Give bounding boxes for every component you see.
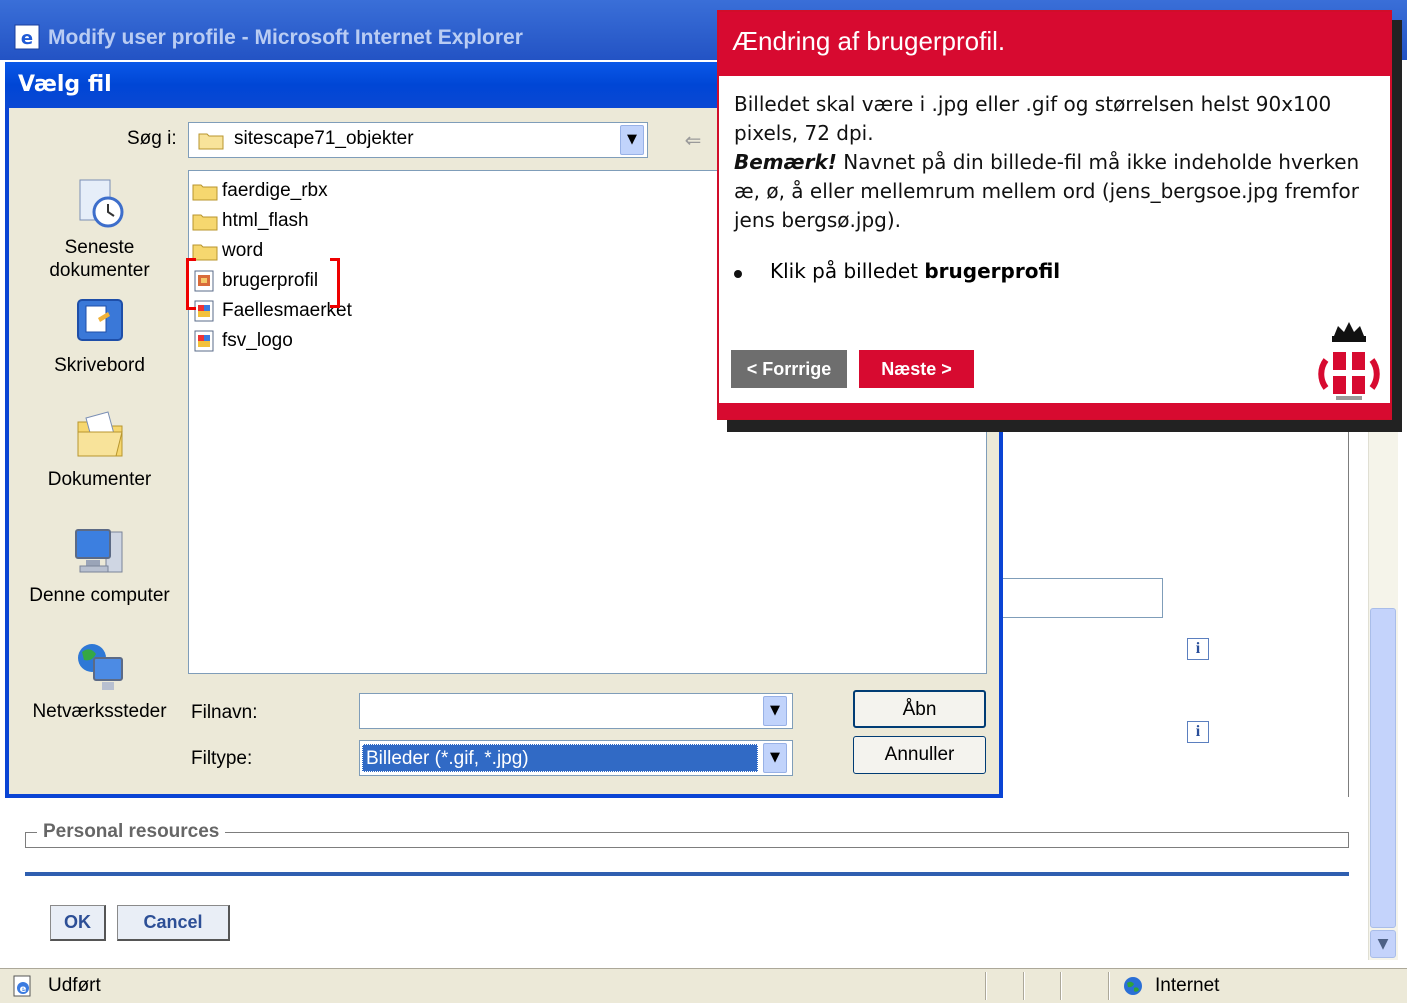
globe-icon [1124, 977, 1142, 995]
folder-icon [198, 133, 224, 150]
svg-text:e: e [21, 28, 33, 49]
chevron-down-icon[interactable]: ▼ [763, 743, 787, 773]
my-computer-icon [74, 529, 122, 573]
filename-input[interactable] [359, 693, 793, 729]
ok-button[interactable]: OK [50, 905, 106, 941]
image-file-icon [194, 330, 214, 352]
bullet-icon [734, 270, 742, 278]
svg-text:e: e [20, 984, 27, 995]
place-my-computer[interactable]: Denne computer [17, 524, 182, 607]
dialog-title: Vælg fil [18, 72, 112, 97]
network-places-icon [77, 644, 123, 690]
tutorial-body: Billedet skal være i .jpg eller .gif og … [734, 90, 1374, 235]
status-text: Udført [48, 975, 101, 996]
chevron-down-icon[interactable]: ▼ [620, 125, 644, 155]
info-icon[interactable]: i [1187, 638, 1209, 660]
look-in-label: Søg i: [127, 128, 177, 149]
tutorial-step: Klik på billedet brugerprofil [770, 259, 1060, 283]
status-separator [1108, 972, 1110, 1000]
open-button[interactable]: Åbn [853, 690, 986, 728]
scrollbar-thumb[interactable] [1370, 608, 1396, 928]
place-label: Netværkssteder [32, 701, 167, 722]
list-item[interactable]: fsv_logo [192, 328, 293, 354]
info-icon[interactable]: i [1187, 721, 1209, 743]
folder-icon [192, 184, 218, 201]
desktop-icon [76, 299, 123, 341]
tutorial-title: Ændring af brugerprofil. [732, 26, 1006, 56]
back-arrow-icon[interactable]: ⇐ [678, 128, 708, 154]
step-text: Klik på billedet [770, 259, 925, 283]
status-separator [1023, 972, 1025, 1000]
list-item[interactable]: Faellesmaerket [192, 298, 352, 324]
divider [25, 872, 1349, 876]
security-zone-text: Internet [1155, 975, 1220, 996]
place-network[interactable]: Netværkssteder [17, 640, 182, 723]
note-label: Bemærk! [734, 150, 837, 174]
look-in-value: sitescape71_objekter [234, 128, 414, 149]
previous-button[interactable]: < Forrrige [731, 350, 847, 388]
tutorial-note: Bemærk! Navnet på din billede-fil må ikk… [734, 148, 1374, 235]
place-my-documents[interactable]: Dokumenter [17, 408, 182, 491]
fieldset-legend: Personal resources [37, 821, 226, 843]
place-label: Dokumenter [47, 469, 152, 490]
list-item[interactable]: faerdige_rbx [192, 178, 328, 204]
filetype-label: Filtype: [191, 748, 253, 769]
profile-text-field[interactable] [1003, 578, 1163, 618]
dialog-cancel-button[interactable]: Annuller [853, 736, 986, 774]
file-name: fsv_logo [222, 330, 293, 351]
internet-explorer-icon: e [14, 24, 40, 50]
highlight-bracket-right [330, 258, 340, 308]
scroll-down-button[interactable]: ▼ [1370, 930, 1396, 958]
file-name: brugerprofil [222, 270, 319, 291]
status-separator [1060, 972, 1062, 1000]
folder-icon [192, 214, 218, 231]
list-item[interactable]: word [192, 238, 263, 264]
status-separator [985, 972, 987, 1000]
tutorial-footer [719, 403, 1390, 419]
browser-title: Modify user profile - Microsoft Internet… [48, 26, 523, 49]
filetype-value: Billeder (*.gif, *.jpg) [362, 744, 758, 772]
step-target: brugerprofil [924, 259, 1061, 283]
tutorial-instruction: Billedet skal være i .jpg eller .gif og … [734, 92, 1332, 145]
filename-label: Filnavn: [191, 702, 258, 723]
file-name: html_flash [222, 210, 309, 231]
list-item[interactable]: html_flash [192, 208, 309, 234]
highlight-bracket-left [186, 258, 196, 310]
place-recent-documents[interactable]: Seneste dokumenter [17, 176, 182, 282]
page-done-icon: e [13, 975, 31, 997]
place-label: Seneste dokumenter [49, 237, 150, 281]
next-button[interactable]: Næste > [859, 350, 974, 388]
place-label: Skrivebord [54, 355, 145, 376]
recent-documents-icon [79, 179, 123, 228]
crown-logo-icon [1318, 322, 1380, 400]
my-documents-icon [77, 411, 123, 457]
place-label: Denne computer [29, 585, 170, 606]
file-name: faerdige_rbx [222, 180, 328, 201]
list-item[interactable]: brugerprofil [192, 268, 318, 294]
file-name: word [222, 240, 264, 261]
chevron-down-icon[interactable]: ▼ [763, 696, 787, 726]
place-desktop[interactable]: Skrivebord [17, 294, 182, 377]
cancel-button[interactable]: Cancel [117, 905, 230, 941]
